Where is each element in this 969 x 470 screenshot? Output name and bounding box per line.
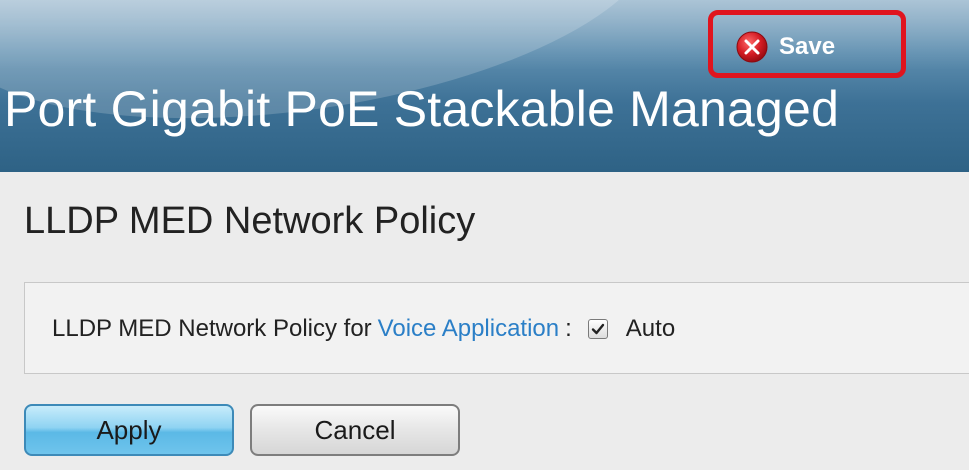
checkmark-icon — [591, 323, 604, 335]
policy-label: LLDP MED Network Policy for — [52, 315, 372, 342]
auto-label: Auto — [625, 315, 676, 342]
product-title: Port Gigabit PoE Stackable Managed — [4, 81, 840, 137]
header-banner: Save Port Gigabit PoE Stackable Managed — [0, 0, 969, 172]
voice-application-link[interactable]: Voice Application — [378, 315, 559, 343]
apply-button[interactable]: Apply — [24, 404, 234, 456]
close-circle-icon — [735, 30, 769, 64]
policy-panel: LLDP MED Network Policy for Voice Applic… — [24, 282, 969, 374]
cancel-button[interactable]: Cancel — [250, 404, 460, 456]
auto-checkbox[interactable] — [587, 319, 608, 339]
main-content: LLDP MED Network Policy LLDP MED Network… — [0, 172, 969, 470]
app-frame: Save Port Gigabit PoE Stackable Managed … — [0, 0, 969, 470]
policy-row: LLDP MED Network Policy for Voice Applic… — [52, 315, 675, 343]
save-button[interactable]: Save — [735, 27, 835, 67]
page-title: LLDP MED Network Policy — [24, 200, 476, 242]
policy-separator: : — [565, 315, 572, 342]
save-label: Save — [779, 33, 836, 60]
